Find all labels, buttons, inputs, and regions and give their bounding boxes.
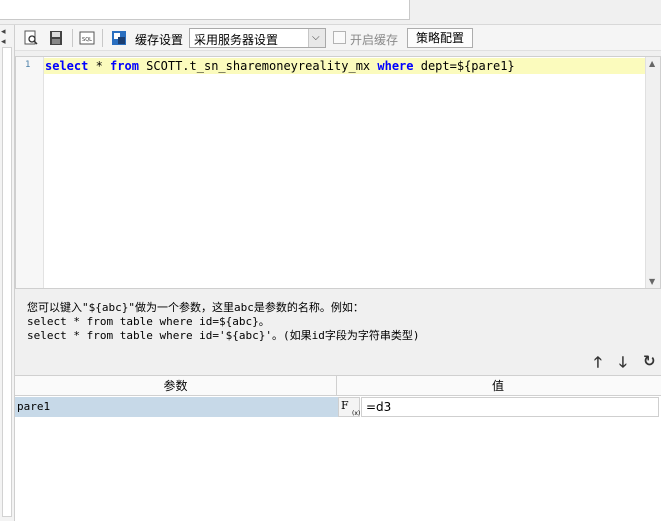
line-number: 1 (25, 60, 31, 70)
parameter-table: 参数 值 pare1 F (x) =d3 (15, 375, 661, 521)
scroll-up-icon[interactable]: ▲ (649, 59, 655, 68)
enable-cache-checkbox[interactable] (333, 31, 346, 44)
parameter-name-cell[interactable]: pare1 (15, 397, 338, 417)
toolbar-separator (102, 29, 103, 47)
formula-button[interactable]: F (x) (338, 397, 360, 417)
enable-cache-label: 开启缓存 (350, 33, 399, 47)
svg-text:SQL: SQL (82, 37, 92, 43)
sql-text: dept=${pare1} (413, 59, 515, 73)
cache-mode-value: 采用服务器设置 (194, 33, 279, 47)
sql-keyword: from (110, 59, 139, 73)
save-icon[interactable] (48, 30, 64, 46)
top-strip (0, 0, 661, 25)
dataset-name-input[interactable] (0, 0, 410, 20)
parameter-hint-text: 您可以键入"${abc}"做为一个参数，这里abc是参数的名称。例如： selec… (27, 301, 420, 343)
formula-icon: F (341, 399, 349, 412)
policy-config-button[interactable]: 策略配置 (407, 28, 473, 48)
line-number-gutter: 1 (16, 57, 44, 288)
hint-line: select * from table where id=${abc}。 (27, 315, 270, 328)
sql-text: SCOTT.t_sn_sharemoneyreality_mx (138, 59, 378, 73)
toolbar-separator (72, 29, 73, 47)
formula-icon-sub: (x) (352, 410, 361, 417)
current-line-highlight: select * from SCOTT.t_sn_sharemoneyreali… (44, 58, 646, 74)
move-down-icon[interactable]: 🡓 (619, 352, 627, 377)
sql-editor[interactable]: 1 select * from SCOTT.t_sn_sharemoneyrea… (15, 56, 661, 289)
parameter-value-input[interactable]: =d3 (361, 397, 659, 417)
left-panel-scroll[interactable] (2, 47, 12, 517)
chevron-down-icon: ⌵ (312, 32, 320, 43)
hint-line: select * from table where id='${abc}'。(如… (27, 329, 420, 342)
sql-dataset-editor: ◂ ◂ SQL 缓存设置 采用服务器设置 ⌵ 开启缓存 策略配置 1 selec… (0, 0, 661, 521)
preview-icon[interactable] (23, 30, 39, 46)
collapse-down-icon[interactable]: ◂ (1, 37, 6, 47)
sql-format-icon[interactable]: SQL (79, 30, 95, 46)
cache-mode-select[interactable]: 采用服务器设置 ⌵ (189, 28, 326, 48)
refresh-icon[interactable]: ↻ (643, 352, 656, 370)
sql-keyword: where (377, 59, 414, 73)
cache-settings-icon[interactable] (111, 30, 127, 46)
hint-line: 您可以键入"${abc}"做为一个参数，这里abc是参数的名称。例如： (27, 301, 364, 314)
cache-settings-label: 缓存设置 (135, 33, 184, 47)
column-header-value[interactable]: 值 (338, 376, 658, 396)
dropdown-button[interactable]: ⌵ (308, 29, 325, 47)
collapse-up-icon[interactable]: ◂ (1, 27, 6, 37)
table-row[interactable]: pare1 F (x) =d3 (15, 397, 661, 417)
left-panel-strip: ◂ ◂ (0, 25, 15, 521)
scroll-down-icon[interactable]: ▼ (649, 277, 655, 286)
column-header-name[interactable]: 参数 (15, 376, 337, 396)
move-up-icon[interactable]: 🡑 (594, 352, 602, 377)
sql-keyword: select (45, 59, 89, 73)
toolbar: SQL 缓存设置 采用服务器设置 ⌵ 开启缓存 策略配置 (15, 25, 661, 51)
table-header: 参数 值 (15, 376, 661, 396)
editor-vertical-scrollbar[interactable]: ▲ ▼ (645, 57, 660, 288)
sql-code-line[interactable]: select * from SCOTT.t_sn_sharemoneyreali… (45, 59, 515, 73)
sql-text: * (88, 59, 111, 73)
